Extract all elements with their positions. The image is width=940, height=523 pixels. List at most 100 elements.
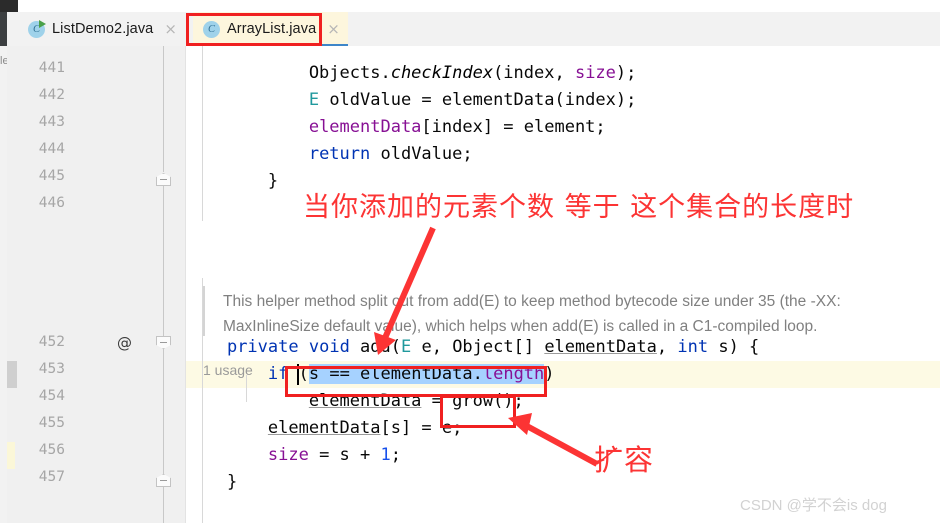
- tab-label: ArrayList.java: [227, 21, 317, 37]
- code-line-455: elementData[s] = e;: [186, 415, 462, 442]
- fold-line: [163, 186, 164, 340]
- window-edge-left: [0, 12, 7, 46]
- code-token: length: [482, 364, 545, 384]
- fold-line: [163, 349, 164, 475]
- code-token: [s] = e;: [380, 418, 463, 438]
- code-folding-column[interactable]: [152, 46, 176, 523]
- text-caret: [297, 364, 299, 385]
- code-token: ,: [656, 337, 678, 357]
- window-edge-strip: [0, 46, 7, 523]
- fold-line: [163, 46, 164, 172]
- code-token: E: [401, 337, 412, 357]
- code-token: (index,: [493, 63, 575, 83]
- editor-gutter[interactable]: 441 442 443 444 445 446 452 453 454 455 …: [7, 46, 186, 523]
- code-line-454: elementData = grow();: [186, 388, 524, 415]
- code-token: add(: [349, 337, 401, 357]
- fold-line: [163, 487, 164, 523]
- code-token: }: [186, 472, 238, 492]
- line-number: 444: [38, 141, 65, 157]
- code-line-443: elementData[index] = element;: [186, 114, 606, 141]
- code-line-442: E oldValue = elementData(index);: [186, 87, 637, 114]
- fold-marker-collapse[interactable]: [156, 173, 171, 186]
- close-icon[interactable]: ×: [164, 21, 177, 37]
- clipped-edge-text: le: [0, 55, 7, 67]
- code-token: elementData: [544, 337, 657, 357]
- code-token: elementData: [308, 117, 422, 137]
- tab-array-list[interactable]: C ArrayList.java ×: [193, 12, 348, 47]
- code-token: [index] = element;: [421, 117, 606, 137]
- code-token: return: [308, 144, 371, 164]
- code-editor[interactable]: 441 442 443 444 445 446 452 453 454 455 …: [7, 46, 940, 523]
- code-token: Objects.: [186, 63, 391, 83]
- code-token: ): [544, 364, 555, 384]
- java-class-icon-letter: C: [203, 20, 220, 38]
- usage-hint[interactable]: 1 usage: [203, 362, 253, 378]
- line-number: 441: [38, 60, 65, 76]
- ide-window: C ListDemo2.java × C ArrayList.java × 44…: [0, 0, 940, 523]
- line-number: 443: [38, 114, 65, 130]
- line-number: 456: [38, 442, 65, 458]
- code-token: size: [267, 445, 309, 465]
- code-token: );: [615, 63, 637, 83]
- code-line-441: Objects.checkIndex(index, size);: [186, 60, 637, 87]
- code-token: s) {: [708, 337, 760, 357]
- line-number: 446: [38, 195, 65, 211]
- code-token: void: [308, 337, 350, 357]
- javadoc-comment-block: This helper method split out from add(E)…: [203, 286, 940, 339]
- window-edge-top: [0, 0, 18, 12]
- editor-tab-bar: C ListDemo2.java × C ArrayList.java ×: [7, 12, 940, 47]
- line-number: 452: [38, 334, 65, 350]
- line-number: 455: [38, 415, 65, 431]
- code-token: s == elementData.: [308, 364, 483, 384]
- run-flag-icon: [39, 19, 46, 28]
- code-token: elementData: [308, 391, 422, 411]
- code-token: e, Object[]: [411, 337, 545, 357]
- code-token: E: [308, 90, 320, 110]
- code-token: int: [677, 337, 709, 357]
- code-token: elementData: [267, 418, 381, 438]
- javadoc-line: This helper method split out from add(E)…: [223, 293, 841, 310]
- code-token: }: [186, 171, 279, 191]
- code-token: oldValue;: [370, 144, 473, 164]
- code-token: if: [267, 364, 289, 384]
- javadoc-line: MaxInlineSize default value), which help…: [223, 318, 818, 335]
- fold-marker-collapse[interactable]: [156, 474, 171, 487]
- annotation-gutter-icon[interactable]: @: [117, 334, 132, 352]
- code-token: ;: [390, 445, 401, 465]
- java-class-icon: C: [203, 20, 220, 38]
- line-number: 442: [38, 87, 65, 103]
- gutter-bookmark-stripe: [7, 442, 15, 469]
- line-number: 457: [38, 469, 65, 485]
- tab-label: ListDemo2.java: [52, 21, 154, 37]
- code-token: = s +: [308, 445, 381, 465]
- tab-list-demo2[interactable]: C ListDemo2.java ×: [18, 12, 185, 46]
- code-text-area[interactable]: Objects.checkIndex(index, size); E oldVa…: [186, 46, 940, 523]
- code-token: oldValue = elementData(index);: [319, 90, 637, 110]
- javadoc-left-bar: [203, 286, 205, 336]
- gutter-change-marker: [7, 361, 17, 388]
- watermark: CSDN @学不会is dog: [740, 497, 887, 514]
- code-token: checkIndex: [390, 63, 494, 83]
- code-token: private: [226, 337, 299, 357]
- line-number: 453: [38, 361, 65, 377]
- line-number: 445: [38, 168, 65, 184]
- java-class-icon: C: [28, 19, 46, 38]
- code-line-444: return oldValue;: [186, 141, 473, 168]
- line-number: 454: [38, 388, 65, 404]
- fold-marker-expand[interactable]: [156, 336, 171, 349]
- code-line-457: }: [186, 469, 237, 496]
- code-token: size: [574, 63, 616, 83]
- code-line-456: size = s + 1;: [186, 442, 401, 469]
- close-icon[interactable]: ×: [327, 21, 340, 37]
- code-token: 1: [380, 445, 391, 465]
- code-line-445: }: [186, 168, 278, 195]
- code-token: = grow();: [421, 391, 524, 411]
